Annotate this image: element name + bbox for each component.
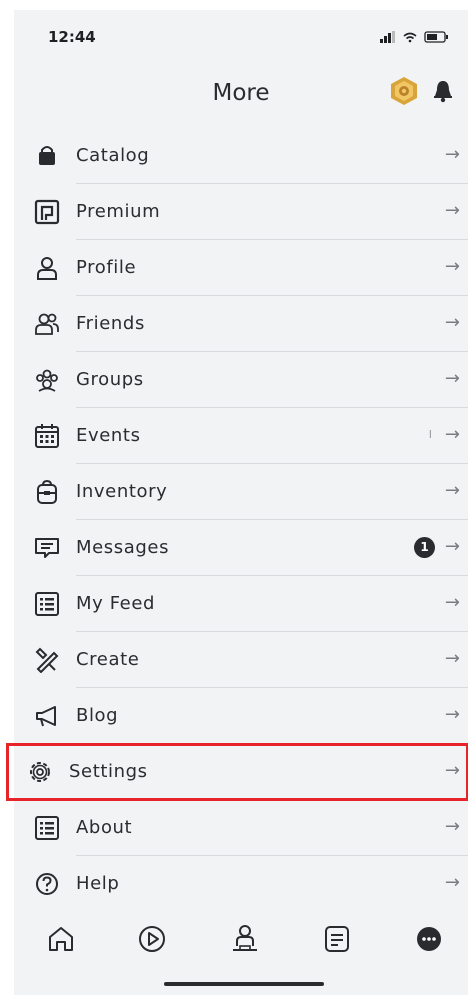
battery-icon — [424, 31, 448, 43]
arrow-right-icon: → — [444, 312, 460, 333]
menu-label: Blog — [76, 705, 119, 726]
menu-item-settings[interactable]: Settings → — [6, 743, 468, 801]
menu-item-my-feed[interactable]: My Feed → — [14, 576, 468, 632]
system-icons — [380, 30, 450, 44]
arrow-right-icon: → — [444, 256, 460, 277]
arrow-right-icon: → — [444, 536, 460, 557]
arrow-right-icon: → — [444, 816, 460, 837]
menu-item-inventory[interactable]: Inventory → — [14, 464, 468, 520]
user-icon — [34, 255, 60, 281]
arrow-right-icon: → — [444, 872, 460, 893]
feed-icon — [34, 591, 60, 617]
menu-item-events[interactable]: Events I → — [14, 408, 468, 464]
menu-label: Groups — [76, 369, 144, 390]
menu-item-create[interactable]: Create → — [14, 632, 468, 688]
signal-icon — [380, 31, 395, 43]
backpack-icon — [34, 479, 60, 505]
shopping-bag-icon — [34, 143, 60, 169]
menu-item-groups[interactable]: Groups → — [14, 352, 468, 408]
arrow-right-icon: → — [444, 368, 460, 389]
header: More — [14, 60, 468, 124]
about-list-icon — [34, 815, 60, 841]
arrow-right-icon: → — [444, 424, 460, 445]
unread-badge: 1 — [414, 537, 435, 558]
arrow-right-icon: → — [444, 704, 460, 725]
create-tools-icon — [34, 647, 60, 673]
menu-label: Messages — [76, 537, 170, 558]
robux-icon[interactable] — [389, 76, 419, 106]
menu-label: Settings — [69, 761, 148, 782]
events-indicator: I — [428, 428, 432, 441]
menu-label: My Feed — [76, 593, 156, 614]
more-menu-list: Catalog → Premium → Profile → Friends → … — [6, 128, 468, 912]
menu-item-blog[interactable]: Blog → — [14, 688, 468, 744]
groups-icon — [34, 367, 60, 393]
menu-label: Create — [76, 649, 140, 670]
chat-icon[interactable] — [320, 922, 354, 956]
gear-icon — [27, 759, 53, 785]
bottom-tab-bar — [14, 914, 468, 962]
calendar-icon — [34, 423, 60, 449]
menu-label: Inventory — [76, 481, 168, 502]
menu-item-catalog[interactable]: Catalog → — [14, 128, 468, 184]
home-icon[interactable] — [44, 922, 78, 956]
arrow-right-icon: → — [444, 760, 460, 781]
status-time: 12:44 — [48, 28, 96, 46]
arrow-right-icon: → — [444, 592, 460, 613]
avatar-icon[interactable] — [228, 922, 262, 956]
menu-item-help[interactable]: Help → — [14, 856, 468, 912]
status-icons — [380, 31, 448, 43]
arrow-right-icon: → — [444, 200, 460, 221]
help-icon — [34, 871, 60, 897]
arrow-right-icon: → — [444, 480, 460, 501]
friends-icon — [34, 311, 60, 337]
menu-label: Catalog — [76, 145, 150, 166]
menu-label: Help — [76, 873, 120, 894]
menu-item-about[interactable]: About → — [14, 800, 468, 856]
premium-icon — [34, 199, 60, 225]
menu-item-friends[interactable]: Friends → — [14, 296, 468, 352]
home-indicator — [164, 982, 324, 986]
menu-label: Events — [76, 425, 141, 446]
status-bar: 12:44 — [14, 10, 468, 60]
arrow-right-icon: → — [444, 648, 460, 669]
arrow-right-icon: → — [444, 144, 460, 165]
menu-label: Friends — [76, 313, 145, 334]
menu-item-profile[interactable]: Profile → — [14, 240, 468, 296]
megaphone-icon — [34, 703, 60, 729]
bell-icon[interactable] — [432, 79, 454, 103]
menu-label: About — [76, 817, 133, 838]
more-icon[interactable] — [412, 922, 446, 956]
menu-label: Premium — [76, 201, 161, 222]
message-icon — [34, 535, 60, 561]
wifi-icon — [403, 32, 417, 43]
phone-screen: 12:44 More Catalog → Premium → Profile →… — [6, 10, 468, 995]
play-icon[interactable] — [135, 922, 169, 956]
menu-item-premium[interactable]: Premium → — [14, 184, 468, 240]
menu-label: Profile — [76, 257, 137, 278]
menu-item-messages[interactable]: Messages 1 → — [14, 520, 468, 576]
